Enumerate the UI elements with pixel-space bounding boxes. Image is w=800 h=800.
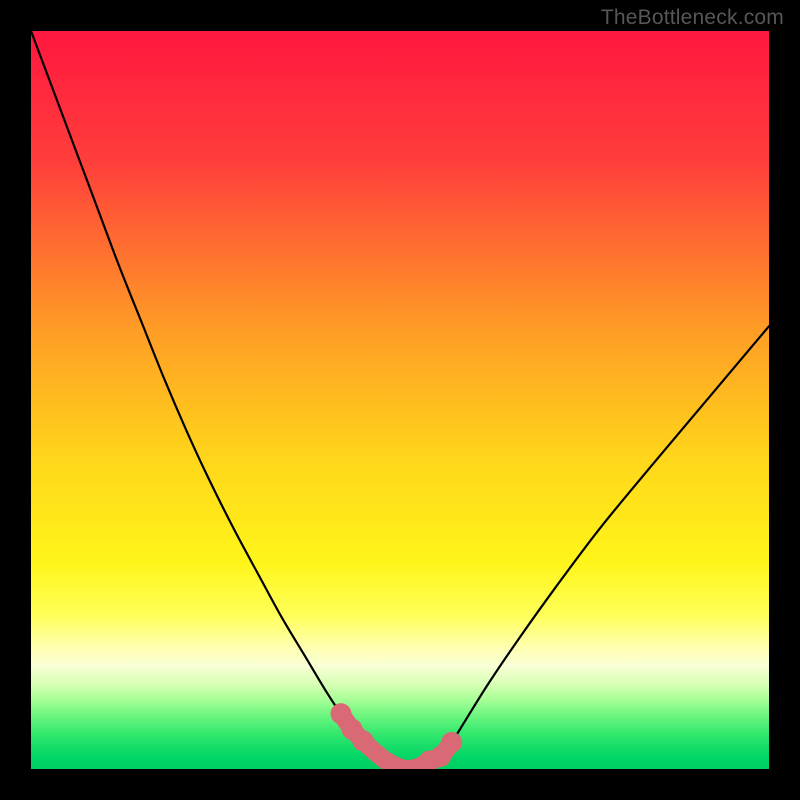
watermark-text: TheBottleneck.com [601,6,784,30]
gradient-background [31,31,769,769]
bottleneck-chart [0,0,800,800]
chart-frame: TheBottleneck.com [0,0,800,800]
